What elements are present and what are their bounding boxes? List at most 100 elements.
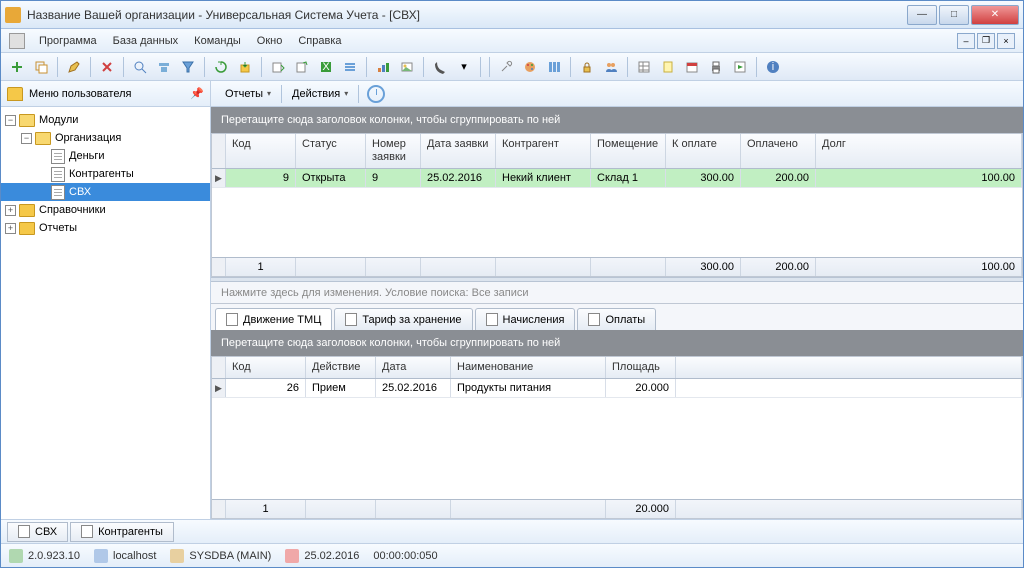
mdi-minimize-button[interactable]: – (957, 33, 975, 49)
grid-icon[interactable] (634, 57, 654, 77)
bottom-tabs: СВХ Контрагенты (1, 519, 1023, 543)
menu-program[interactable]: Программа (31, 32, 105, 50)
pin-icon[interactable]: 📌 (190, 87, 204, 100)
mdi-close-button[interactable]: × (997, 33, 1015, 49)
export2-icon[interactable] (292, 57, 312, 77)
col-status[interactable]: Статус (296, 134, 366, 168)
export-excel-icon[interactable]: X (316, 57, 336, 77)
nav-tree: −Модули −Организация Деньги Контрагенты … (1, 107, 210, 519)
col-room[interactable]: Помещение (591, 134, 666, 168)
palette-icon[interactable] (520, 57, 540, 77)
usermenu-title: Меню пользователя (29, 88, 131, 100)
col-contragent[interactable]: Контрагент (496, 134, 591, 168)
col-reqdate[interactable]: Дата заявки (421, 134, 496, 168)
play-icon[interactable] (730, 57, 750, 77)
columns-icon[interactable] (544, 57, 564, 77)
export-icon[interactable] (268, 57, 288, 77)
col-debt[interactable]: Долг (816, 134, 1022, 168)
tab-movement[interactable]: Движение ТМЦ (215, 308, 332, 330)
copy-icon[interactable] (31, 57, 51, 77)
actions-dropdown[interactable]: Действия (286, 86, 354, 102)
help-icon[interactable]: i (763, 57, 783, 77)
search-bar[interactable]: Нажмите здесь для изменения. Условие пои… (211, 282, 1023, 304)
action-bar: Отчеты Действия (211, 81, 1023, 107)
tree-svh[interactable]: СВХ (1, 183, 210, 201)
tree-modules[interactable]: −Модули (1, 111, 210, 129)
titlebar: Название Вашей организации - Универсальн… (1, 1, 1023, 29)
filter-icon[interactable] (154, 57, 174, 77)
maximize-button[interactable]: □ (939, 5, 969, 25)
left-panel: Меню пользователя 📌 −Модули −Организация… (1, 81, 211, 519)
export-list-icon[interactable] (340, 57, 360, 77)
menu-database[interactable]: База данных (105, 32, 187, 50)
chart-icon[interactable] (373, 57, 393, 77)
clock-icon[interactable] (367, 85, 385, 103)
col-reqno[interactable]: Номер заявки (366, 134, 421, 168)
minimize-button[interactable]: — (907, 5, 937, 25)
status-date: 25.02.2016 (285, 549, 359, 563)
menu-window[interactable]: Окно (249, 32, 291, 50)
right-panel: Отчеты Действия Перетащите сюда заголово… (211, 81, 1023, 519)
import-icon[interactable] (235, 57, 255, 77)
grid-footer: 1 300.00 200.00 100.00 (212, 257, 1022, 276)
tab-accruals[interactable]: Начисления (475, 308, 576, 330)
row-indicator-icon: ▶ (212, 379, 226, 397)
search-icon[interactable] (130, 57, 150, 77)
col2-name[interactable]: Наименование (451, 357, 606, 378)
image-icon[interactable] (397, 57, 417, 77)
tree-contragents[interactable]: Контрагенты (1, 165, 210, 183)
refresh-icon[interactable] (211, 57, 231, 77)
status-time: 00:00:00:050 (373, 550, 437, 562)
app-icon (5, 7, 21, 23)
status-server: localhost (94, 549, 156, 563)
col-topay[interactable]: К оплате (666, 134, 741, 168)
print-icon[interactable] (706, 57, 726, 77)
phone-arrow-icon[interactable]: ▾ (454, 57, 474, 77)
tree-money[interactable]: Деньги (1, 147, 210, 165)
phone-icon[interactable] (430, 57, 450, 77)
col2-date[interactable]: Дата (376, 357, 451, 378)
tab-tariff[interactable]: Тариф за хранение (334, 308, 472, 330)
tree-reports[interactable]: +Отчеты (1, 219, 210, 237)
col-paid[interactable]: Оплачено (741, 134, 816, 168)
status-user: SYSDBA (MAIN) (170, 549, 271, 563)
tools-icon[interactable] (496, 57, 516, 77)
table-row[interactable]: ▶ 9 Открыта 9 25.02.2016 Некий клиент Ск… (212, 169, 1022, 188)
users-icon[interactable] (601, 57, 621, 77)
mdi-restore-button[interactable]: ❐ (977, 33, 995, 49)
tree-organization[interactable]: −Организация (1, 129, 210, 147)
group-bar-1[interactable]: Перетащите сюда заголовок колонки, чтобы… (211, 107, 1023, 133)
mdi-app-icon (9, 33, 25, 49)
detail-tabs: Движение ТМЦ Тариф за хранение Начислени… (211, 304, 1023, 330)
main-window: Название Вашей организации - Универсальн… (0, 0, 1024, 568)
btab-svh[interactable]: СВХ (7, 522, 68, 542)
note-icon[interactable] (658, 57, 678, 77)
reports-dropdown[interactable]: Отчеты (219, 86, 277, 102)
folder-icon (7, 87, 23, 101)
btab-contragents[interactable]: Контрагенты (70, 522, 174, 542)
tab-payments[interactable]: Оплаты (577, 308, 656, 330)
close-button[interactable]: ✕ (971, 5, 1019, 25)
detail-grid: Код Действие Дата Наименование Площадь ▶… (211, 356, 1023, 519)
menu-help[interactable]: Справка (290, 32, 349, 50)
statusbar: 2.0.923.10 localhost SYSDBA (MAIN) 25.02… (1, 543, 1023, 567)
svg-text:X: X (322, 61, 330, 73)
row-indicator-icon: ▶ (212, 169, 226, 187)
tree-refs[interactable]: +Справочники (1, 201, 210, 219)
window-title: Название Вашей организации - Универсальн… (27, 8, 905, 22)
col2-area[interactable]: Площадь (606, 357, 676, 378)
edit-icon[interactable] (64, 57, 84, 77)
col2-code[interactable]: Код (226, 357, 306, 378)
funnel-icon[interactable] (178, 57, 198, 77)
group-bar-2[interactable]: Перетащите сюда заголовок колонки, чтобы… (211, 330, 1023, 356)
calendar-icon[interactable] (682, 57, 702, 77)
status-version: 2.0.923.10 (9, 549, 80, 563)
add-icon[interactable] (7, 57, 27, 77)
col2-action[interactable]: Действие (306, 357, 376, 378)
col-code[interactable]: Код (226, 134, 296, 168)
menubar: Программа База данных Команды Окно Справ… (1, 29, 1023, 53)
lock-icon[interactable] (577, 57, 597, 77)
menu-commands[interactable]: Команды (186, 32, 249, 50)
delete-icon[interactable] (97, 57, 117, 77)
table-row[interactable]: ▶ 26 Прием 25.02.2016 Продукты питания 2… (212, 379, 1022, 398)
